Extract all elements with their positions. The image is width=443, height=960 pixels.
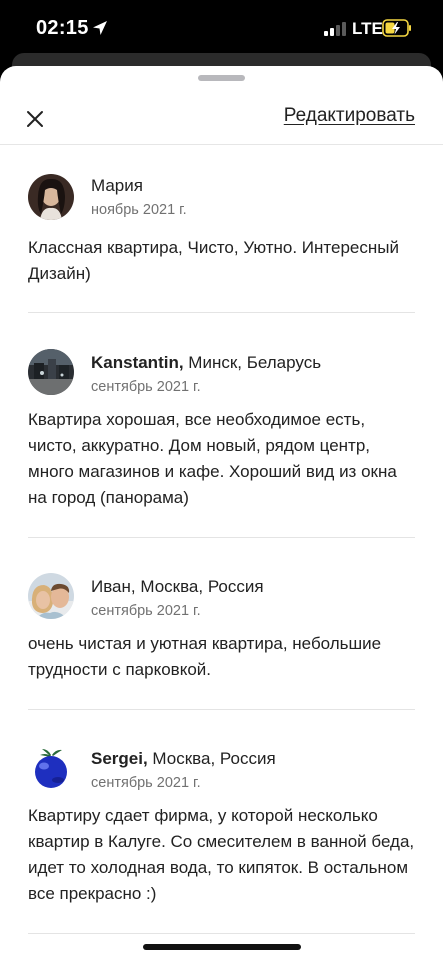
avatar[interactable] [28, 745, 74, 791]
review-author-name: Kanstantin, [91, 353, 184, 372]
sheet-header: Редактировать [0, 90, 443, 145]
review-author: Kanstantin, Минск, Беларусь [91, 353, 321, 373]
review-author-name: Sergei, [91, 749, 148, 768]
review-header: Мария ноябрь 2021 г. [28, 174, 415, 220]
cellular-signal-icon [324, 22, 346, 36]
review-date: сентябрь 2021 г. [91, 379, 201, 395]
avatar[interactable] [28, 349, 74, 395]
review-header: Sergei, Москва, Россия сентябрь 2021 г. [28, 745, 415, 791]
review-item: Sergei, Москва, Россия сентябрь 2021 г. … [28, 710, 415, 934]
review-author-name: Мария [91, 176, 143, 195]
edit-link[interactable]: Редактировать [284, 105, 415, 127]
review-date: сентябрь 2021 г. [91, 775, 201, 791]
review-author: Мария [91, 176, 143, 196]
review-item: Иван, Москва, Россия сентябрь 2021 г. оч… [28, 538, 415, 710]
reviews-list: Мария ноябрь 2021 г. Классная квартира, … [0, 146, 443, 934]
home-indicator[interactable] [143, 944, 301, 950]
location-arrow-icon [93, 21, 107, 35]
review-header: Иван, Москва, Россия сентябрь 2021 г. [28, 573, 415, 619]
sheet-grabber[interactable] [198, 75, 245, 81]
review-author-location: Минск, Беларусь [183, 353, 322, 372]
review-date: сентябрь 2021 г. [91, 603, 201, 619]
close-icon[interactable] [24, 108, 46, 130]
review-author: Иван, Москва, Россия [91, 577, 264, 597]
review-author-name: Иван, Москва, Россия [91, 577, 264, 596]
review-date: ноябрь 2021 г. [91, 202, 187, 218]
review-author-location: Москва, Россия [147, 749, 276, 768]
status-time: 02:15 [36, 17, 89, 39]
review-text: Классная квартира, Чисто, Уютно. Интерес… [28, 238, 399, 283]
review-author: Sergei, Москва, Россия [91, 749, 276, 769]
avatar[interactable] [28, 573, 74, 619]
review-item: Мария ноябрь 2021 г. Классная квартира, … [28, 146, 415, 313]
review-text: Квартира хорошая, все необходимое есть, … [28, 410, 397, 507]
review-text: очень чистая и уютная квартира, небольши… [28, 634, 382, 679]
review-text: Квартиру сдает фирма, у которой нескольк… [28, 806, 415, 903]
review-header: Kanstantin, Минск, Беларусь сентябрь 202… [28, 349, 415, 395]
status-bar: 02:15 LTE [0, 0, 443, 58]
review-item: Kanstantin, Минск, Беларусь сентябрь 202… [28, 313, 415, 538]
reviews-sheet: Редактировать Мария ноябрь 2021 г. Класс… [0, 66, 443, 960]
network-label: LTE [352, 19, 383, 38]
avatar[interactable] [28, 174, 74, 220]
battery-charging-icon [382, 19, 411, 37]
